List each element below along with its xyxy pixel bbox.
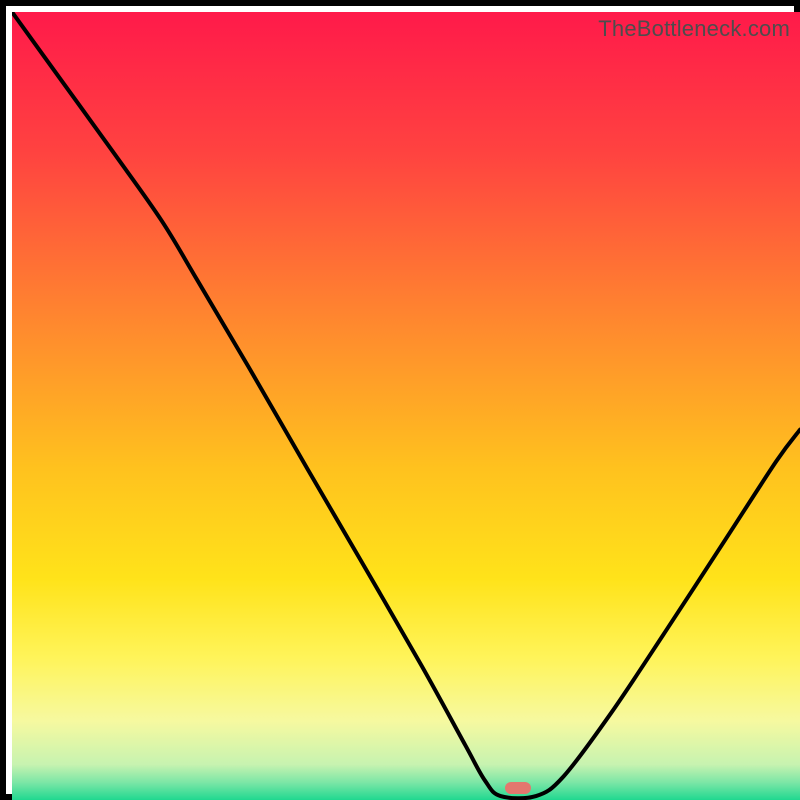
- chart-frame: TheBottleneck.com: [0, 0, 800, 800]
- bottleneck-curve: [12, 12, 800, 800]
- plot-area: TheBottleneck.com: [12, 12, 800, 800]
- watermark-text: TheBottleneck.com: [598, 16, 790, 42]
- optimal-marker: [505, 782, 531, 794]
